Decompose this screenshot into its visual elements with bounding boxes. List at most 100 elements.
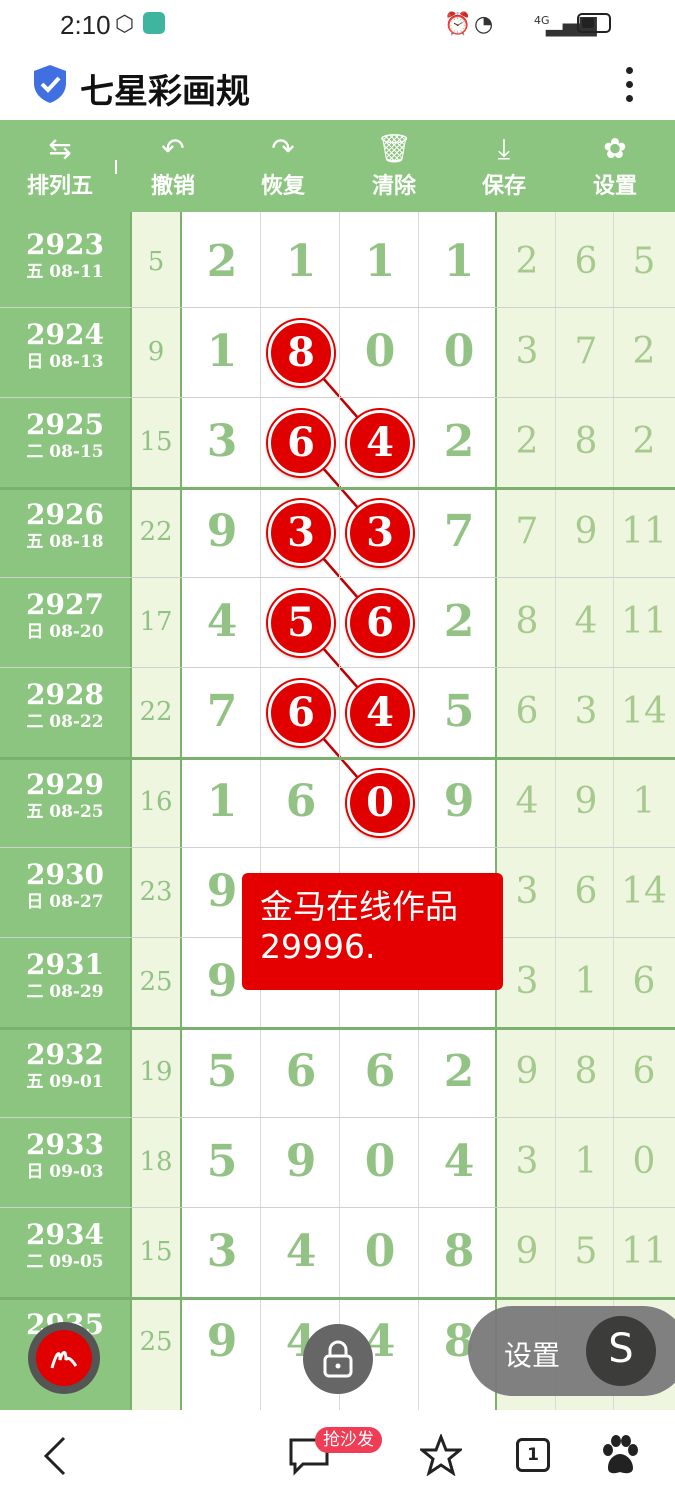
digit-cell[interactable]: 0 — [345, 1136, 415, 1187]
issue-number: 2932 — [26, 1038, 104, 1071]
issue-number: 2933 — [26, 1128, 104, 1161]
highlighted-ball[interactable]: 6 — [268, 410, 334, 476]
signature-button[interactable] — [28, 1322, 100, 1394]
extra-value: 9 — [515, 1051, 539, 1092]
digit-cell[interactable]: 9 — [424, 776, 494, 827]
undo-button[interactable]: ↶ 撤销 — [128, 120, 218, 212]
digit-cell[interactable]: 2 — [424, 596, 494, 647]
swap-icon: ⇆ — [48, 132, 72, 165]
highlighted-ball[interactable]: 8 — [268, 320, 334, 386]
highlighted-ball[interactable]: 4 — [347, 410, 413, 476]
highlighted-ball[interactable]: 5 — [268, 590, 334, 656]
toolbar-label: 排列五 — [26, 174, 93, 199]
sum-value: 9 — [147, 337, 165, 367]
digit-cell[interactable]: 9 — [187, 506, 257, 557]
grid-column-line — [180, 212, 182, 1410]
digit-cell[interactable]: 4 — [424, 1136, 494, 1187]
lock-button[interactable] — [303, 1324, 373, 1394]
digit-cell[interactable]: 7 — [187, 686, 257, 737]
digit-cell[interactable]: 1 — [266, 236, 336, 287]
digit-cell[interactable]: 9 — [266, 1136, 336, 1187]
more-menu-icon[interactable] — [618, 64, 640, 108]
digit-cell[interactable]: 5 — [187, 1136, 257, 1187]
sum-value: 15 — [139, 1237, 173, 1267]
download-icon: ⤓ — [497, 132, 511, 165]
extra-value: 1 — [574, 1141, 598, 1182]
digit-cell[interactable]: 1 — [424, 236, 494, 287]
digit-cell[interactable]: 7 — [424, 506, 494, 557]
digit-cell[interactable]: 2 — [424, 416, 494, 467]
bottom-nav: 1 — [0, 1410, 675, 1500]
extra-value: 8 — [574, 421, 598, 462]
issue-number: 2934 — [26, 1218, 104, 1251]
toolbar-label: 恢复 — [260, 174, 305, 199]
highlighted-ball[interactable]: 3 — [268, 500, 334, 566]
drawing-grid[interactable]: 2923五 08-11521112652924日 08-139180037229… — [0, 212, 675, 1410]
digit-cell[interactable]: 3 — [187, 1226, 257, 1277]
digit-cell[interactable]: 6 — [266, 1046, 336, 1097]
floating-settings-pill[interactable]: 设置 S — [468, 1306, 675, 1396]
sum-value: 5 — [147, 247, 165, 277]
save-button[interactable]: ⤓ 保存 — [459, 120, 549, 212]
tabs-count-icon[interactable]: 1 — [516, 1438, 550, 1472]
highlighted-ball[interactable]: 6 — [268, 680, 334, 746]
highlighted-ball[interactable]: 6 — [347, 590, 413, 656]
watermark-popup: 金马在线作品 29996. — [242, 873, 503, 990]
issue-date: 日 08-27 — [26, 892, 104, 912]
highlighted-ball[interactable]: 3 — [347, 500, 413, 566]
clock: 2:10 — [60, 10, 111, 40]
undo-icon: ↶ — [161, 132, 185, 165]
digit-cell[interactable]: 3 — [187, 416, 257, 467]
digit-cell[interactable]: 6 — [266, 776, 336, 827]
digit-cell[interactable]: 2 — [187, 236, 257, 287]
digit-cell[interactable]: 5 — [424, 686, 494, 737]
highlighted-ball[interactable]: 0 — [347, 770, 413, 836]
digit-cell[interactable]: 6 — [345, 1046, 415, 1097]
digit-cell[interactable]: 9 — [187, 1316, 257, 1367]
grid-row-line — [0, 397, 675, 398]
digit-cell[interactable]: 8 — [424, 1226, 494, 1277]
grid-column-line — [555, 212, 556, 1410]
digit-cell[interactable]: 0 — [345, 1226, 415, 1277]
digit-cell[interactable]: 0 — [345, 326, 415, 377]
popup-line-2: 29996. — [260, 927, 376, 966]
highlighted-ball[interactable]: 4 — [347, 680, 413, 746]
digit-cell[interactable]: 1 — [187, 776, 257, 827]
extra-value: 14 — [621, 871, 667, 912]
extra-value: 3 — [515, 1141, 539, 1182]
settings-button[interactable]: ✿ 设置 — [570, 120, 660, 212]
digit-cell[interactable]: 4 — [187, 596, 257, 647]
s-toggle-icon[interactable]: S — [586, 1316, 656, 1386]
grid-row-line — [0, 1117, 675, 1118]
digit-cell[interactable]: 2 — [424, 1046, 494, 1097]
digit-cell[interactable]: 0 — [424, 326, 494, 377]
redo-button[interactable]: ↷ 恢复 — [238, 120, 328, 212]
clear-button[interactable]: 🗑 清除 — [349, 120, 439, 212]
issue-date: 日 08-20 — [26, 622, 104, 642]
digit-cell[interactable]: 5 — [187, 1046, 257, 1097]
issue-date: 二 09-05 — [26, 1252, 104, 1272]
toolbar-label: 撤销 — [150, 174, 195, 199]
issue-label: 2933 日 09-03 — [0, 1130, 130, 1184]
extra-value: 5 — [632, 241, 656, 282]
extra-value: 8 — [574, 1051, 598, 1092]
issue-number: 2924 — [26, 318, 104, 351]
extra-value: 5 — [574, 1231, 598, 1272]
digit-cell[interactable]: 1 — [345, 236, 415, 287]
digit-cell[interactable]: 4 — [266, 1226, 336, 1277]
sum-value: 16 — [139, 787, 173, 817]
baidu-paw-icon[interactable] — [600, 1434, 640, 1476]
issue-date: 日 08-13 — [26, 352, 104, 372]
extra-value: 3 — [515, 331, 539, 372]
floating-settings-label[interactable]: 设置 — [504, 1334, 560, 1374]
back-icon[interactable] — [40, 1435, 70, 1477]
issue-date: 日 09-03 — [26, 1162, 104, 1182]
issue-number: 2929 — [26, 768, 104, 801]
extra-value: 11 — [621, 601, 667, 642]
issue-label: 2931 二 08-29 — [0, 950, 130, 1004]
grid-row-line — [0, 1207, 675, 1208]
lottery-type-button[interactable]: ⇆ 排列五 — [12, 120, 108, 212]
star-icon[interactable] — [420, 1434, 462, 1476]
digit-cell[interactable]: 1 — [187, 326, 257, 377]
sum-value: 22 — [139, 697, 173, 727]
